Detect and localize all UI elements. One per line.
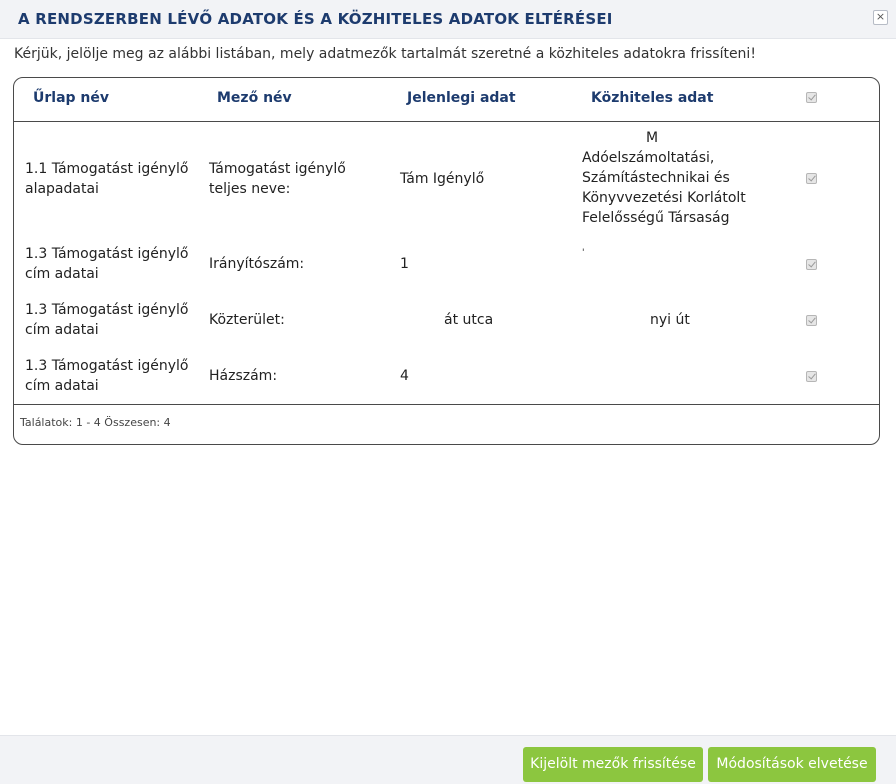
authentic-line: Számítástechnikai és xyxy=(582,170,730,186)
row-form-name: 1.3 Támogatást igénylő cím adatai xyxy=(25,302,189,338)
row-checkbox[interactable] xyxy=(806,173,817,184)
row-checkbox[interactable] xyxy=(806,259,817,270)
row-form-name: 1.1 Támogatást igénylő alapadatai xyxy=(25,161,189,197)
row-field-name: Házszám: xyxy=(209,368,278,384)
authentic-line: Felelősségű Társaság xyxy=(582,210,730,226)
authentic-line: M xyxy=(646,130,659,146)
row-current-value: át utca xyxy=(444,312,494,328)
discard-changes-button[interactable]: Módosítások elvetése xyxy=(708,747,876,782)
row-form-name: 1.3 Támogatást igénylő cím adatai xyxy=(25,246,189,282)
row-authentic-value: nyi út xyxy=(650,312,690,328)
row-current-value: 1 xyxy=(400,256,409,272)
results-count: Találatok: 1 - 4 Összesen: 4 xyxy=(20,416,171,429)
row-form-name: 1.3 Támogatást igénylő cím adatai xyxy=(25,358,189,394)
dialog-titlebar: A RENDSZERBEN LÉVŐ ADATOK ÉS A KÖZHITELE… xyxy=(0,0,896,39)
row-field-name: Közterület: xyxy=(209,312,285,328)
dialog-actions: Kijelölt mezők frissítése Módosítások el… xyxy=(0,735,896,784)
refresh-selected-button[interactable]: Kijelölt mezők frissítése xyxy=(523,747,703,782)
select-all-checkbox[interactable] xyxy=(806,92,817,103)
table-footer: Találatok: 1 - 4 Összesen: 4 xyxy=(14,404,879,444)
row-checkbox[interactable] xyxy=(806,315,817,326)
close-icon[interactable]: × xyxy=(873,10,888,25)
table-header: Űrlap név Mező név Jelenlegi adat Közhit… xyxy=(14,78,879,122)
row-authentic-value: ' xyxy=(582,248,585,258)
dialog-title: A RENDSZERBEN LÉVŐ ADATOK ÉS A KÖZHITELE… xyxy=(18,10,613,28)
intro-text: Kérjük, jelölje meg az alábbi listában, … xyxy=(14,46,756,62)
header-form-name: Űrlap név xyxy=(33,90,110,106)
header-field-name: Mező név xyxy=(217,90,292,106)
row-field-name: Irányítószám: xyxy=(209,256,305,272)
row-field-name: Támogatást igénylő teljes neve: xyxy=(209,161,346,197)
row-authentic-value: M Adóelszámoltatási, Számítástechnikai é… xyxy=(582,128,787,228)
row-current-value: Tám Igénylő xyxy=(400,171,485,187)
row-current-value: 4 xyxy=(400,368,409,384)
row-checkbox[interactable] xyxy=(806,371,817,382)
authentic-line: Adóelszámoltatási, xyxy=(582,150,715,166)
header-authentic-value: Közhiteles adat xyxy=(591,90,714,106)
authentic-line: Könyvvezetési Korlátolt xyxy=(582,190,746,206)
differences-table: Űrlap név Mező név Jelenlegi adat Közhit… xyxy=(13,77,880,445)
header-current-value: Jelenlegi adat xyxy=(407,90,516,106)
